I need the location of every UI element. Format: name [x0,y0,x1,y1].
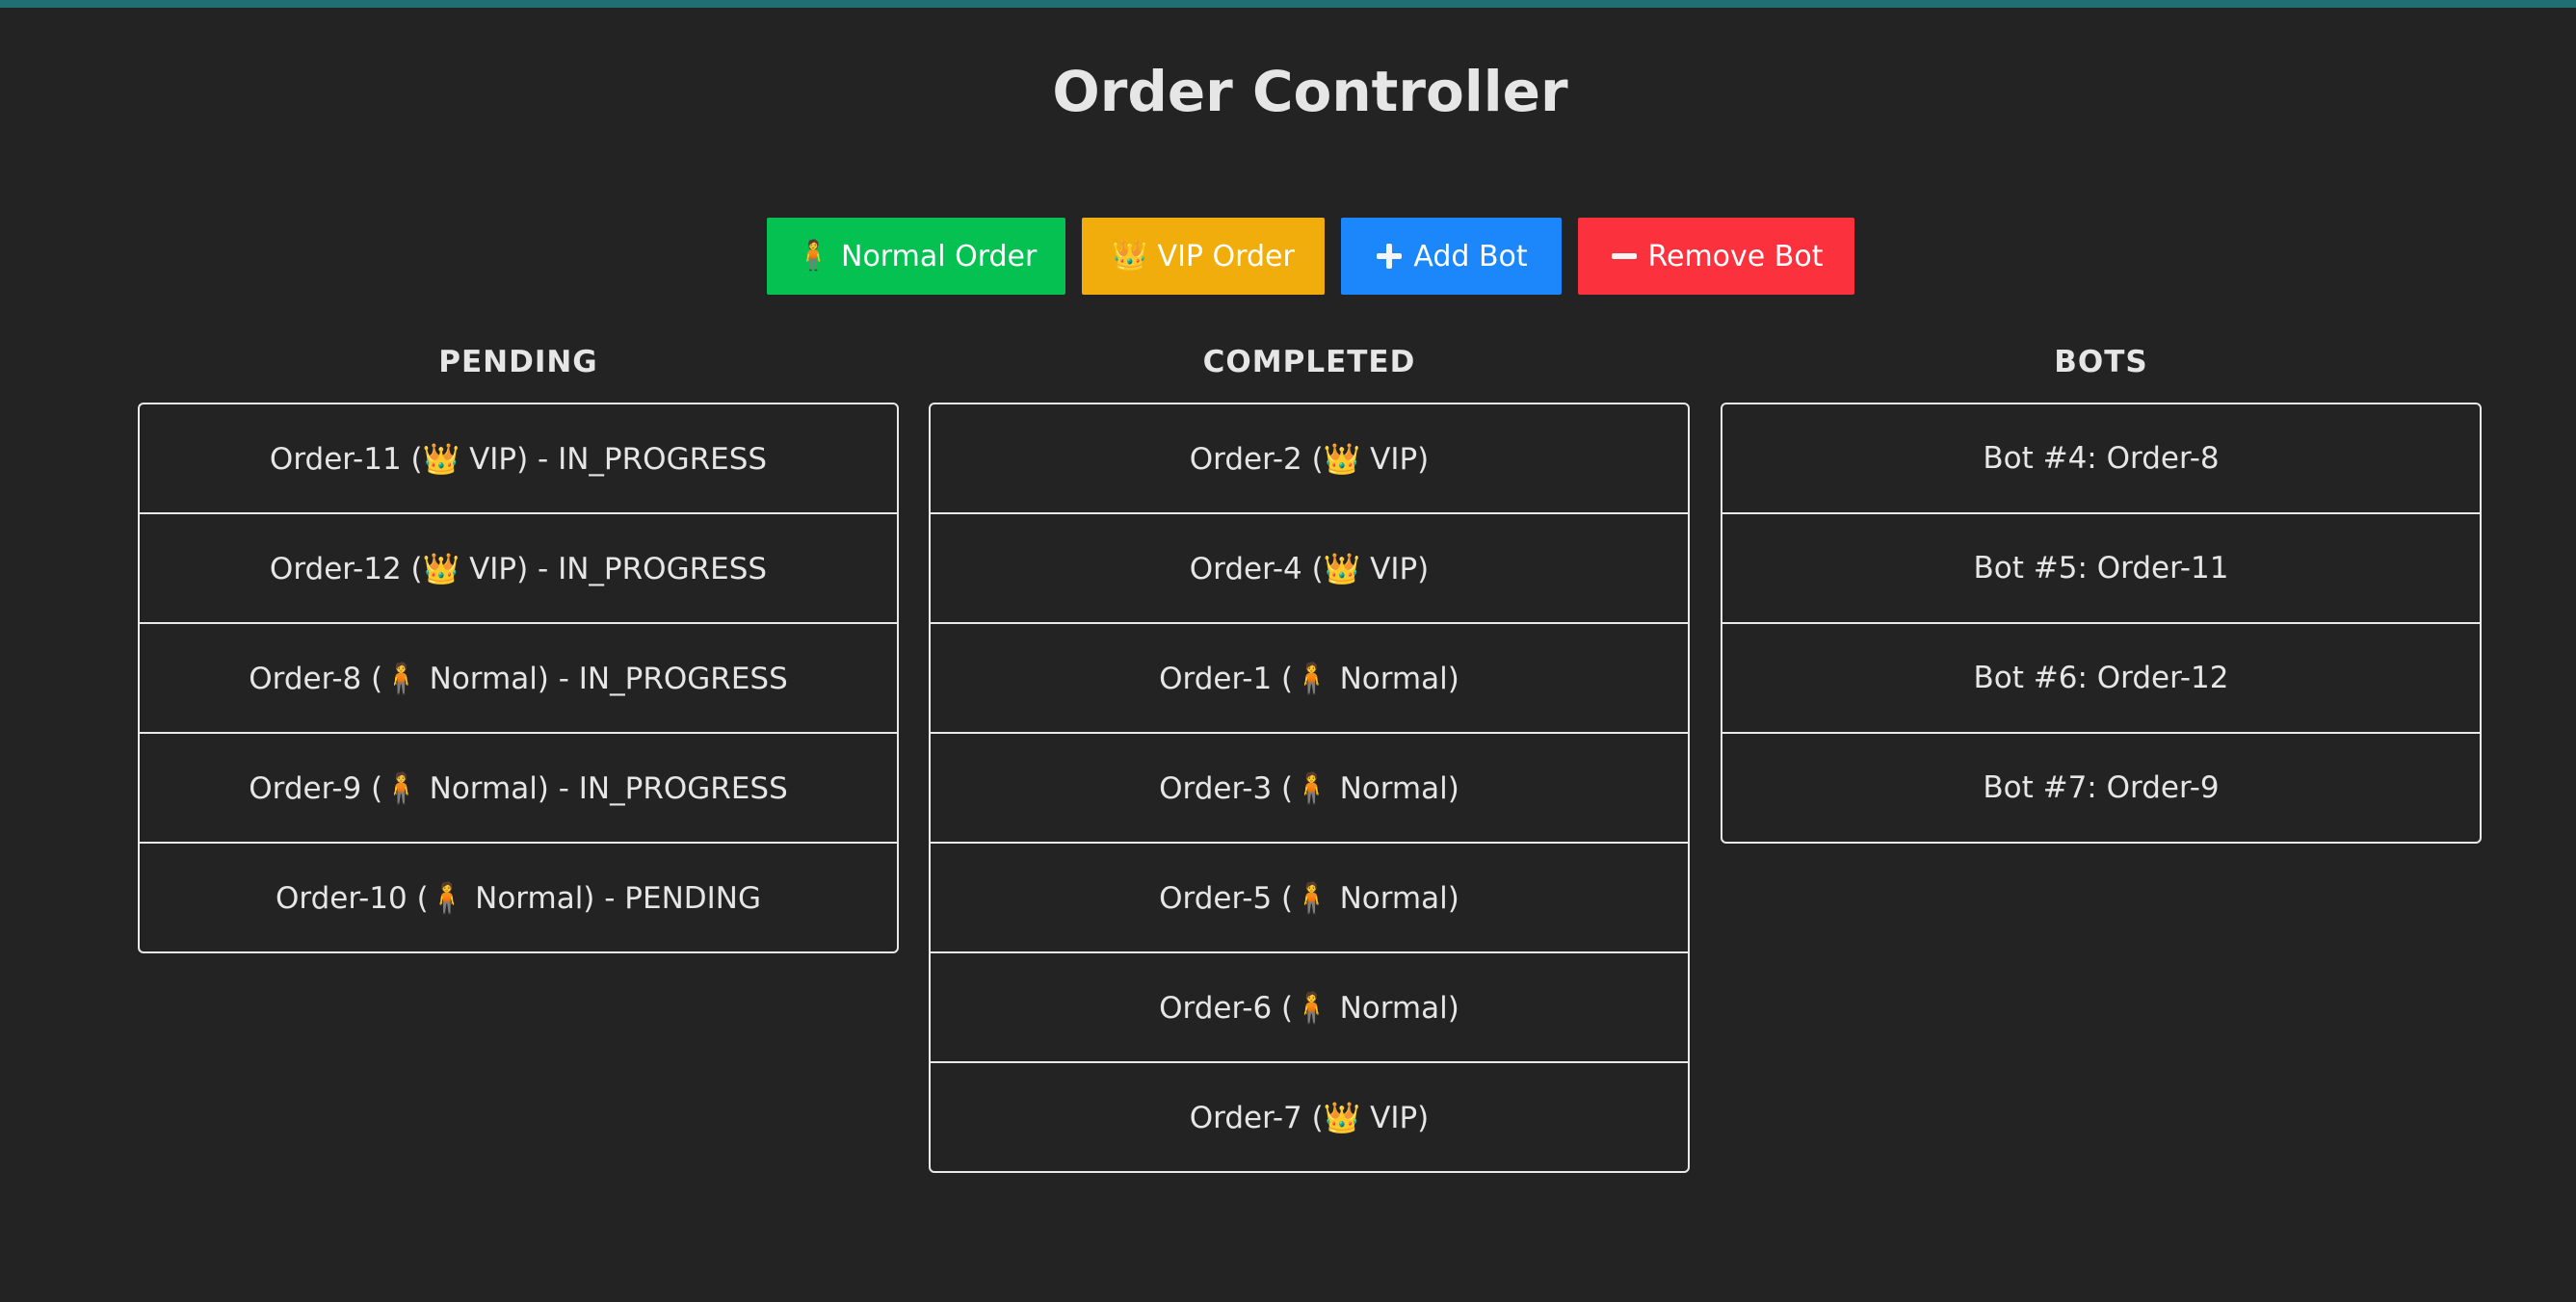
pending-order-item: Order-9 (🧍 Normal) - IN_PROGRESS [140,734,897,844]
completed-heading: COMPLETED [1202,345,1416,379]
completed-order-item: Order-5 (🧍 Normal) [931,844,1688,953]
person-icon: 🧍 [795,239,831,273]
vip-order-button[interactable]: 👑 VIP Order [1082,218,1325,295]
crown-icon: 👑 [1112,239,1148,273]
normal-order-label: Normal Order [841,239,1038,273]
bots-column: BOTS Bot #4: Order-8 Bot #5: Order-11 Bo… [1721,343,2482,844]
pending-order-item: Order-8 (🧍 Normal) - IN_PROGRESS [140,624,897,734]
bot-item: Bot #7: Order-9 [1983,770,2220,805]
completed-order-item: Order-1 (🧍 Normal) [931,624,1688,734]
pending-order-item: Order-10 (🧍 Normal) - PENDING [276,880,761,916]
plus-icon [1375,242,1404,271]
completed-list: Order-2 (👑 VIP) Order-4 (👑 VIP) Order-1 … [929,403,1690,1173]
vip-order-label: VIP Order [1157,239,1295,273]
completed-order-item: Order-2 (👑 VIP) [931,404,1688,514]
minus-icon [1610,242,1639,271]
completed-order-item: Order-4 (👑 VIP) [931,514,1688,624]
pending-order-item: Order-11 (👑 VIP) - IN_PROGRESS [140,404,897,514]
bot-item: Bot #4: Order-8 [1722,404,2480,514]
bots-list: Bot #4: Order-8 Bot #5: Order-11 Bot #6:… [1721,403,2482,844]
completed-column: COMPLETED Order-2 (👑 VIP) Order-4 (👑 VIP… [929,343,1690,1173]
completed-order-item: Order-6 (🧍 Normal) [931,953,1688,1063]
bots-heading: BOTS [2054,345,2148,379]
page-title: Order Controller [1052,59,1568,124]
bot-item: Bot #5: Order-11 [1722,514,2480,624]
add-bot-label: Add Bot [1413,239,1528,273]
top-accent-strip [0,0,2576,8]
add-bot-button[interactable]: Add Bot [1341,218,1562,295]
pending-heading: PENDING [438,345,598,379]
remove-bot-label: Remove Bot [1647,239,1824,273]
completed-order-item: Order-7 (👑 VIP) [1189,1100,1430,1135]
bot-item: Bot #6: Order-12 [1722,624,2480,734]
pending-list: Order-11 (👑 VIP) - IN_PROGRESS Order-12 … [138,403,899,953]
normal-order-button[interactable]: 🧍 Normal Order [767,218,1065,295]
pending-order-item: Order-12 (👑 VIP) - IN_PROGRESS [140,514,897,624]
pending-column: PENDING Order-11 (👑 VIP) - IN_PROGRESS O… [138,343,899,953]
action-toolbar: 🧍 Normal Order 👑 VIP Order Add Bot Remov… [767,218,1854,295]
remove-bot-button[interactable]: Remove Bot [1578,218,1854,295]
completed-order-item: Order-3 (🧍 Normal) [931,734,1688,844]
